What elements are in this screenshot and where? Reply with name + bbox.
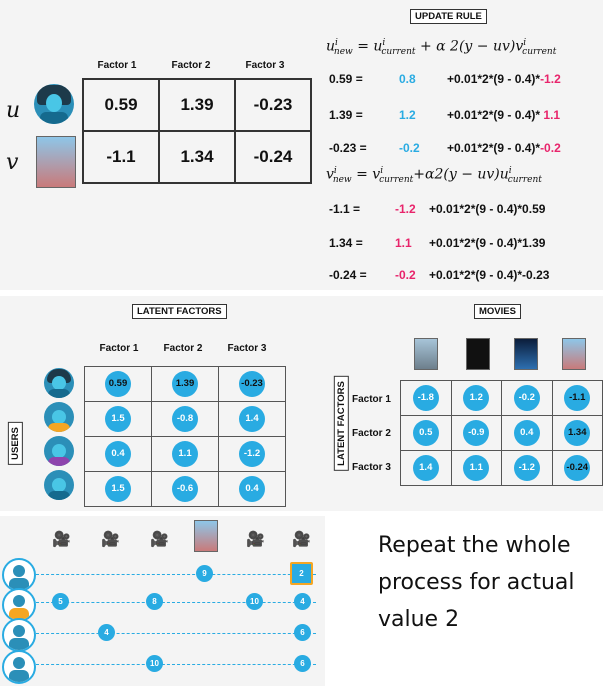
u-update-row-3: -0.23 = -0.2 +0.01*2*(9 - 0.4)*-0.2 — [329, 141, 561, 155]
movies-title: MOVIES — [474, 304, 521, 319]
movie-poster-3 — [514, 338, 538, 370]
movie-camera-icon: 🎥 — [101, 531, 120, 548]
user-2-factor-1: 1.5 — [105, 406, 131, 432]
update-rule-title: UPDATE RULE — [410, 9, 487, 24]
user-factor-header-1: Factor 1 — [99, 343, 139, 354]
factor-header-2: Factor 2 — [171, 60, 211, 71]
user-2-factor-3: 1.4 — [239, 406, 265, 432]
user-3-factor-3: -1.2 — [239, 441, 265, 467]
v-factor-2: 1.34 — [158, 130, 236, 184]
u-label: u — [6, 98, 21, 123]
movie-camera-icon: 🎥 — [246, 531, 265, 548]
user-2-factor-2: -0.8 — [172, 406, 198, 432]
rating-dot: 6 — [294, 624, 311, 641]
movie-2-factor-1: 1.2 — [463, 385, 490, 411]
movie-4-factor-1: -1.1 — [564, 385, 591, 411]
movie-poster-lady-and-the-tramp — [194, 520, 218, 552]
update-rule-panel: UPDATE RULE Factor 1 Factor 2 Factor 3 u… — [0, 0, 603, 290]
user-avatar-1 — [2, 558, 36, 592]
user-3-factor-1: 0.4 — [105, 441, 131, 467]
user-1-factor-2: 1.39 — [172, 371, 198, 397]
movie-2-factor-3: 1.1 — [463, 455, 490, 481]
v-update-row-3: -0.24 = -0.2 +0.01*2*(9 - 0.4)*-0.23 — [329, 268, 550, 282]
factor-header-3: Factor 3 — [245, 60, 285, 71]
user-1-factor-3: -0.23 — [239, 371, 265, 397]
movie-3-factor-3: -1.2 — [513, 455, 540, 481]
user-4-factor-2: -0.6 — [172, 476, 198, 502]
rating-dot: 4 — [98, 624, 115, 641]
rating-dot: 10 — [246, 593, 263, 610]
rating-dot-highlighted: 2 — [290, 562, 313, 585]
movie-factor-label-1: Factor 1 — [352, 394, 391, 405]
repeat-instruction-text: Repeat the whole process for actual valu… — [378, 533, 575, 632]
movie-poster-2 — [466, 338, 490, 370]
user-avatar — [34, 84, 74, 124]
u-update-row-1: 0.59 = 0.8 +0.01*2*(9 - 0.4)*-1.2 — [329, 72, 561, 86]
user-factor-matrix: 0.59 1.39 -0.23 1.5 -0.8 1.4 0.4 1.1 -1.… — [84, 366, 286, 507]
movie-1-factor-1: -1.8 — [412, 385, 439, 411]
user-avatar-4 — [2, 650, 36, 684]
rating-dot: 6 — [294, 655, 311, 672]
movie-camera-icon: 🎥 — [292, 531, 311, 548]
ratings-timeline-panel: 🎥 🎥 🎥 🎥 🎥 9 2 5 8 10 4 4 6 10 6 — [0, 516, 325, 686]
user-avatar-3 — [2, 618, 36, 652]
u-update-formula: uinew = uicurrent + α 2(y − uv)vicurrent — [326, 38, 557, 58]
movie-camera-icon: 🎥 — [52, 531, 71, 548]
v-update-row-1: -1.1 = -1.2 +0.01*2*(9 - 0.4)*0.59 — [329, 202, 546, 216]
user-4-factor-1: 1.5 — [105, 476, 131, 502]
u-factor-1: 0.59 — [82, 78, 160, 132]
rating-dot: 4 — [294, 593, 311, 610]
user-1-timeline — [36, 574, 316, 575]
latent-factors-axis-label: LATENT FACTORS — [333, 376, 349, 471]
rating-dot: 8 — [146, 593, 163, 610]
latent-factors-title: LATENT FACTORS — [132, 304, 227, 319]
rating-dot: 10 — [146, 655, 163, 672]
v-factor-3: -0.24 — [234, 130, 312, 184]
movie-3-factor-2: 0.4 — [513, 420, 540, 446]
factor-header-1: Factor 1 — [97, 60, 137, 71]
movie-factor-label-3: Factor 3 — [352, 462, 391, 473]
users-axis-label: USERS — [7, 422, 23, 465]
user-avatar-1 — [44, 368, 74, 398]
user-factor-header-2: Factor 2 — [163, 343, 203, 354]
movie-camera-icon: 🎥 — [150, 531, 169, 548]
user-avatar-4 — [44, 470, 74, 500]
u-v-matrix: 0.59 1.39 -0.23 -1.1 1.34 -0.24 — [82, 78, 312, 184]
movie-poster-lady-and-the-tramp — [36, 136, 76, 188]
user-1-factor-1: 0.59 — [105, 371, 131, 397]
user-2-timeline — [36, 602, 316, 603]
movie-factor-label-2: Factor 2 — [352, 428, 391, 439]
user-4-factor-3: 0.4 — [239, 476, 265, 502]
user-factor-header-3: Factor 3 — [227, 343, 267, 354]
movie-3-factor-1: -0.2 — [513, 385, 540, 411]
movie-poster-1 — [414, 338, 438, 370]
user-4-timeline — [36, 664, 316, 665]
latent-factors-panel: LATENT FACTORS MOVIES USERS LATENT FACTO… — [0, 296, 603, 511]
user-3-timeline — [36, 633, 316, 634]
u-factor-3: -0.23 — [234, 78, 312, 132]
u-factor-2: 1.39 — [158, 78, 236, 132]
movie-4-factor-3: -0.24 — [564, 455, 591, 481]
rating-dot: 9 — [196, 565, 213, 582]
movie-2-factor-2: -0.9 — [463, 420, 490, 446]
movie-poster-4 — [562, 338, 586, 370]
movie-factor-matrix: -1.8 1.2 -0.2 -1.1 0.5 -0.9 0.4 1.34 1.4… — [400, 380, 603, 486]
rating-dot: 5 — [52, 593, 69, 610]
v-factor-1: -1.1 — [82, 130, 160, 184]
movie-4-factor-2: 1.34 — [564, 420, 591, 446]
movie-1-factor-3: 1.4 — [412, 455, 439, 481]
user-avatar-2 — [44, 402, 74, 432]
user-3-factor-2: 1.1 — [172, 441, 198, 467]
movie-1-factor-2: 0.5 — [412, 420, 439, 446]
v-update-formula: vinew = vicurrent+α2(y − uv)uicurrent — [326, 166, 542, 186]
v-update-row-2: 1.34 = 1.1 +0.01*2*(9 - 0.4)*1.39 — [329, 236, 546, 250]
v-label: v — [6, 150, 19, 175]
user-avatar-3 — [44, 436, 74, 466]
user-avatar-2 — [2, 588, 36, 622]
u-update-row-2: 1.39 = 1.2 +0.01*2*(9 - 0.4)* 1.1 — [329, 108, 561, 122]
